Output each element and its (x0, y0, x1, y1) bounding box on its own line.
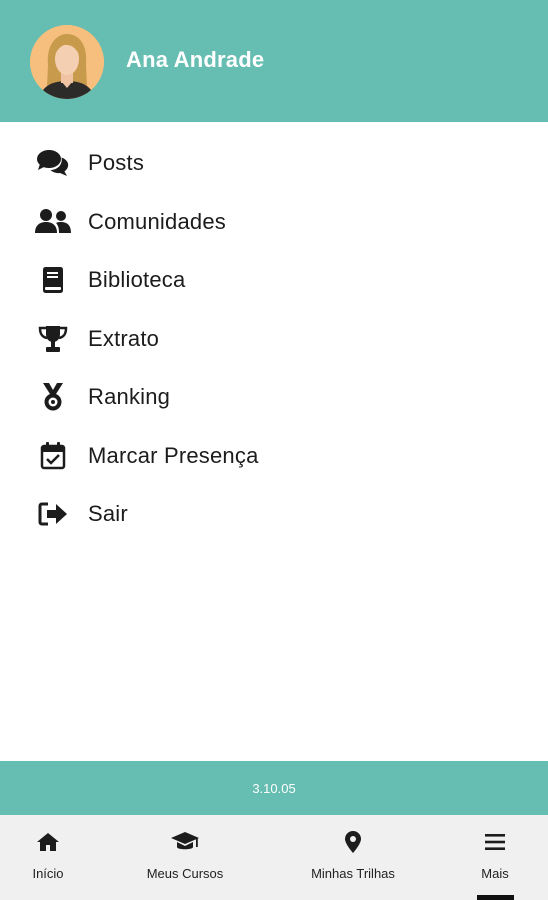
menu-item-label: Posts (88, 150, 145, 176)
menu-icon (485, 829, 505, 855)
calendar-check-icon (35, 440, 71, 472)
menu-item-posts[interactable]: Posts (0, 134, 548, 193)
side-menu: Posts Comunidades Biblioteca Extrato Ran… (0, 134, 548, 544)
menu-item-label: Extrato (88, 325, 160, 351)
menu-item-label: Biblioteca (88, 267, 186, 293)
tab-label: Minhas Trilhas (311, 866, 395, 881)
tab-label: Início (32, 866, 64, 881)
tab-mais[interactable]: Mais (465, 815, 525, 900)
menu-item-label: Marcar Presença (88, 442, 259, 468)
tab-minhas-trilhas[interactable]: Minhas Trilhas (298, 815, 408, 900)
map-marker-icon (345, 829, 361, 855)
medal-icon (35, 381, 71, 413)
menu-item-extrato[interactable]: Extrato (0, 310, 548, 369)
graduation-cap-icon (171, 829, 199, 855)
app-version: 3.10.05 (252, 780, 296, 796)
menu-item-ranking[interactable]: Ranking (0, 368, 548, 427)
tab-label: Meus Cursos (146, 866, 224, 881)
comments-icon (35, 147, 71, 179)
avatar-illustration-icon (30, 25, 104, 99)
trophy-icon (35, 323, 71, 355)
sign-out-icon (35, 498, 71, 530)
menu-item-marcar-presenca[interactable]: Marcar Presença (0, 427, 548, 486)
menu-item-label: Sair (88, 501, 128, 527)
active-tab-indicator (477, 895, 514, 900)
app-header: Ana Andrade (0, 0, 548, 122)
user-name: Ana Andrade (126, 47, 265, 72)
menu-item-sair[interactable]: Sair (0, 485, 548, 544)
tab-label: Mais (481, 866, 509, 881)
menu-item-biblioteca[interactable]: Biblioteca (0, 251, 548, 310)
tab-meus-cursos[interactable]: Meus Cursos (130, 815, 240, 900)
menu-item-label: Comunidades (88, 208, 226, 234)
version-bar: 3.10.05 (0, 761, 548, 815)
user-avatar[interactable] (30, 25, 104, 99)
home-icon (37, 829, 59, 855)
bottom-navigation: Início Meus Cursos Minhas Trilhas Mais (0, 815, 548, 900)
menu-item-comunidades[interactable]: Comunidades (0, 193, 548, 252)
book-icon (35, 264, 71, 296)
users-icon (35, 206, 71, 238)
menu-item-label: Ranking (88, 384, 171, 410)
tab-inicio[interactable]: Início (6, 815, 90, 900)
